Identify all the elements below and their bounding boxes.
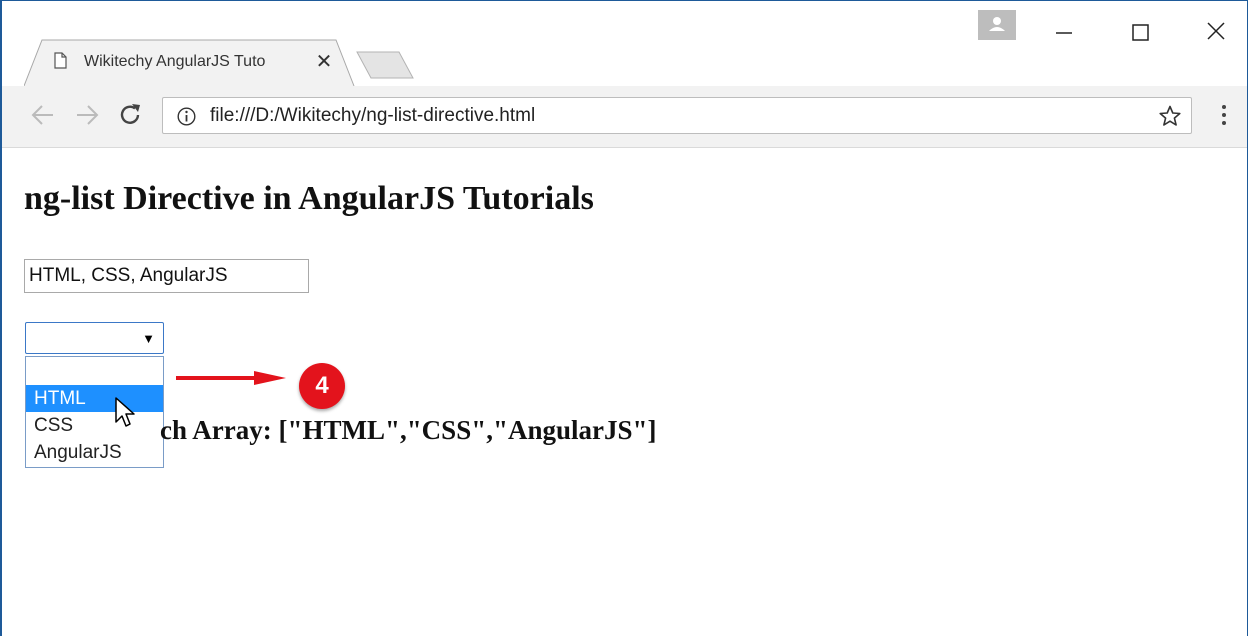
dropdown-option-css[interactable]: CSS — [26, 412, 163, 439]
array-output: ch Array: ["HTML","CSS","AngularJS"] — [160, 415, 657, 445]
address-bar[interactable]: file:///D:/Wikitechy/ng-list-directive.h… — [162, 97, 1192, 134]
star-icon[interactable] — [1159, 105, 1181, 132]
browser-toolbar: file:///D:/Wikitechy/ng-list-directive.h… — [2, 86, 1247, 148]
browser-window: Wikitechy AngularJS Tuto ✕ file:///D:/Wi… — [0, 0, 1248, 636]
dropdown-option-empty[interactable] — [26, 358, 163, 385]
tab-title: Wikitechy AngularJS Tuto — [84, 53, 266, 70]
page-icon — [54, 52, 67, 69]
window-close-icon[interactable] — [1202, 11, 1232, 41]
new-tab-icon[interactable] — [355, 51, 415, 84]
page-content: ng-list Directive in AngularJS Tutorials… — [2, 147, 1247, 637]
info-icon[interactable] — [177, 107, 196, 131]
page-heading: ng-list Directive in AngularJS Tutorials — [24, 180, 594, 217]
forward-icon[interactable] — [74, 102, 100, 128]
chevron-down-icon: ▼ — [142, 331, 155, 346]
back-icon[interactable] — [30, 102, 56, 128]
profile-icon[interactable] — [978, 10, 1016, 40]
title-bar: Wikitechy AngularJS Tuto ✕ — [2, 1, 1247, 87]
mouse-cursor-icon — [114, 396, 138, 435]
menu-icon[interactable] — [1214, 102, 1234, 133]
list-select[interactable]: ▼ — [25, 322, 164, 354]
browser-tab[interactable]: Wikitechy AngularJS Tuto ✕ — [24, 39, 355, 87]
minimize-icon[interactable] — [1048, 11, 1078, 41]
reload-icon[interactable] — [117, 102, 143, 128]
list-input[interactable] — [24, 259, 309, 293]
dropdown-option-angularjs[interactable]: AngularJS — [26, 439, 163, 466]
close-icon[interactable]: ✕ — [314, 49, 334, 74]
url-text: file:///D:/Wikitechy/ng-list-directive.h… — [210, 105, 536, 126]
maximize-icon[interactable] — [1125, 11, 1155, 41]
annotation-arrow-icon — [176, 371, 288, 390]
step-badge: 4 — [299, 363, 345, 409]
select-dropdown: HTML CSS AngularJS — [25, 356, 164, 468]
dropdown-option-html[interactable]: HTML — [26, 385, 163, 412]
